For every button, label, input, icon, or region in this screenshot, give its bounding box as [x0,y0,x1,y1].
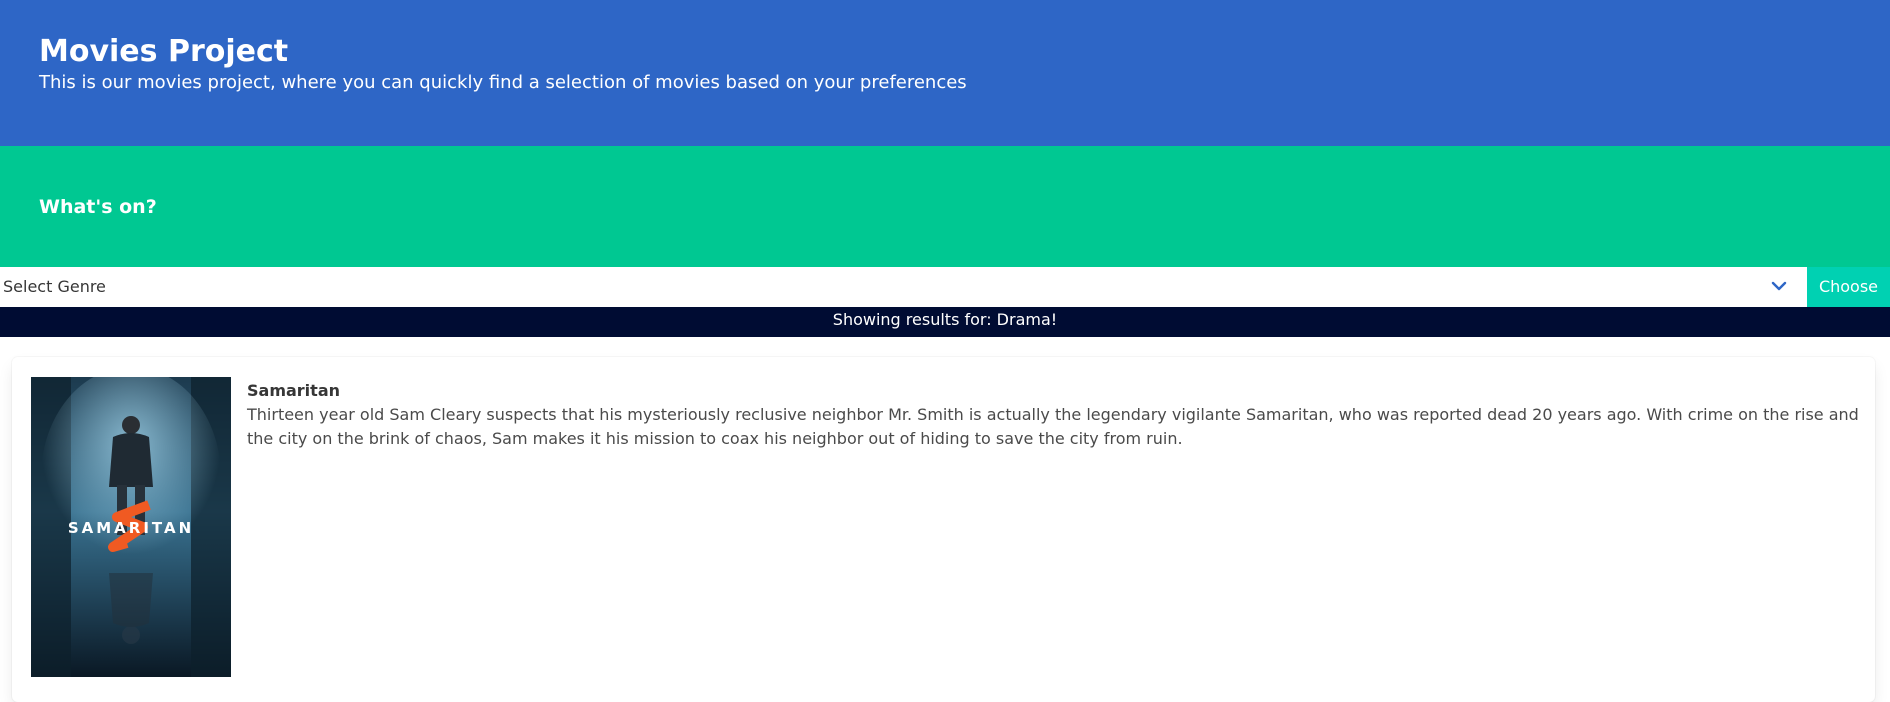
genre-filter-bar: Select Genre Choose [0,267,1890,307]
chevron-down-icon [1771,281,1787,291]
section-title: What's on? [39,196,157,218]
movie-poster[interactable]: SAMARITAN [31,377,231,677]
movie-overview: Thirteen year old Sam Cleary suspects th… [247,405,1859,448]
genre-select[interactable]: Select Genre [0,267,1807,307]
results-banner: Showing results for: Drama! [0,307,1890,337]
page-title: Movies Project [39,34,289,69]
poster-image: SAMARITAN [31,377,231,677]
header-hero: Movies Project This is our movies projec… [0,0,1890,146]
whats-on-section: What's on? [0,146,1890,267]
page-subtitle: This is our movies project, where you ca… [39,72,967,93]
movie-title[interactable]: Samaritan [247,379,340,403]
poster-title: SAMARITAN [68,519,194,537]
choose-button[interactable]: Choose [1807,267,1890,307]
genre-select-value: Select Genre [3,277,106,296]
movie-card: SAMARITAN Samaritan Thirteen year old Sa… [12,357,1875,702]
